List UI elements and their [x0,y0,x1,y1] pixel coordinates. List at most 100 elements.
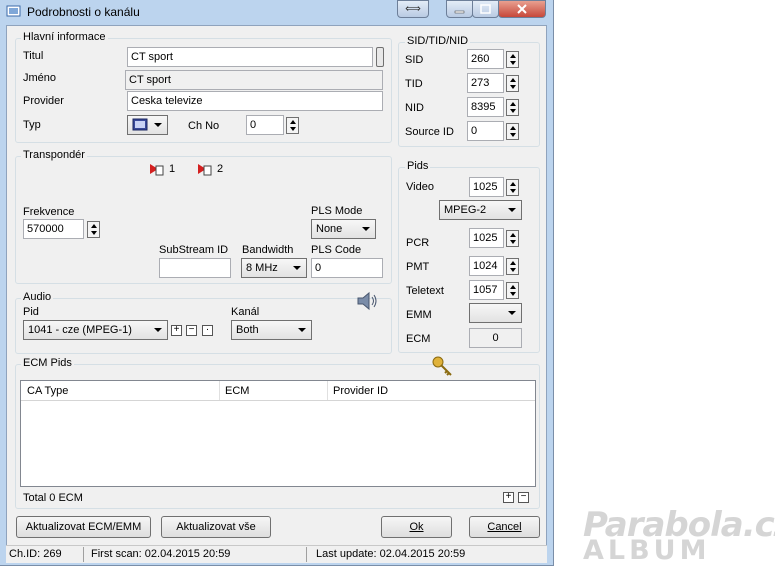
close-button[interactable] [498,0,546,18]
tid-spinner[interactable] [506,75,519,92]
remove-audio-button[interactable]: − [186,325,197,336]
pmt-label: PMT [406,261,430,273]
pls-mode-label: PLS Mode [311,205,363,217]
typ-select[interactable] [127,115,168,135]
frekvence-input[interactable]: 570000 [23,219,84,239]
chno-spinner[interactable] [286,117,299,134]
transponder-1-button[interactable]: 1 [149,162,175,179]
video-pid-spinner[interactable] [506,179,519,196]
ecm-table[interactable]: CA Type ECM Provider ID [20,380,536,487]
speaker-icon[interactable] [355,291,379,314]
tv-icon [132,118,148,131]
provider-label: Provider [23,95,64,107]
video-label: Video [406,181,434,193]
status-chid: Ch.ID: 269 [9,548,62,560]
pls-code-label: PLS Code [311,244,362,256]
provider-input[interactable]: Ceska televize [127,91,383,111]
chno-label: Ch No [188,120,220,132]
chno-input[interactable]: 0 [246,115,284,135]
column-ca-type[interactable]: CA Type [27,385,68,397]
edit-audio-button[interactable]: · [202,325,213,336]
status-separator [83,547,84,562]
plus-icon: + [173,324,180,335]
app-icon [6,4,21,18]
status-last-update: Last update: 02.04.2015 20:59 [316,548,466,560]
add-audio-button[interactable]: + [171,325,182,336]
bandwidth-value: 8 MHz [246,262,278,274]
frekvence-spinner[interactable] [87,221,100,238]
teletext-label: Teletext [406,285,444,297]
column-provider-id[interactable]: Provider ID [333,385,388,397]
ecm-table-header: CA Type ECM Provider ID [21,381,535,401]
kanal-select[interactable]: Both [231,320,312,340]
pls-mode-select[interactable]: None [311,219,376,239]
transponder-2-button[interactable]: 2 [197,162,223,179]
pcr-spinner[interactable] [506,230,519,247]
source-id-input[interactable]: 0 [467,121,504,141]
maximize-button[interactable] [472,0,499,18]
transponder-arrow-icon [150,164,164,176]
minus-icon: − [188,324,195,335]
audio-pid-select[interactable]: 1041 - cze (MPEG-1) [23,320,168,340]
pmt-input[interactable]: 1024 [469,256,504,276]
pls-code-input[interactable]: 0 [311,258,383,278]
edit-icon: · [205,324,210,335]
sid-group-label: SID/TID/NID [405,35,471,47]
column-divider [327,381,328,400]
substream-id-input[interactable] [159,258,231,278]
nid-label: NID [405,102,424,114]
keys-icon[interactable] [431,355,455,380]
frekvence-label: Frekvence [23,206,75,218]
column-ecm[interactable]: ECM [225,385,249,397]
bandwidth-select[interactable]: 8 MHz [241,258,307,278]
pcr-input[interactable]: 1025 [469,228,504,248]
nid-input[interactable]: 8395 [467,97,504,117]
ecm-total: Total 0 ECM [23,492,83,504]
audio-pid-label: Pid [23,306,39,318]
tid-input[interactable]: 273 [467,73,504,93]
sid-input[interactable]: 260 [467,49,504,69]
nid-spinner[interactable] [506,99,519,116]
teletext-spinner[interactable] [506,282,519,299]
video-type-value: MPEG-2 [444,204,487,216]
ecm-pids-group-label: ECM Pids [21,357,74,369]
transponder-1-label: 1 [169,163,176,175]
titul-input[interactable]: CT sport [127,47,373,67]
pmt-spinner[interactable] [506,258,519,275]
video-pid-input[interactable]: 1025 [469,177,504,197]
emm-select[interactable] [469,303,522,323]
video-type-select[interactable]: MPEG-2 [439,200,522,220]
jmeno-label: Jméno [23,72,57,84]
ecm-label: ECM [406,333,431,345]
jmeno-field: CT sport [125,70,383,90]
ok-button[interactable]: Ok [381,516,452,538]
minimize-button[interactable] [446,0,473,18]
tid-label: TID [405,78,423,90]
typ-label: Typ [23,119,41,131]
titul-scroll-handle[interactable] [376,47,384,67]
minus-icon: − [520,491,527,502]
cancel-button-label: Cancel [487,521,522,533]
watermark-album-text: ALBUM [583,535,711,566]
teletext-input[interactable]: 1057 [469,280,504,300]
column-divider [219,381,220,400]
remove-ecm-button[interactable]: − [518,492,529,503]
update-ecm-emm-button[interactable]: Aktualizovat ECM/EMM [16,516,151,538]
pids-group-label: Pids [405,160,431,172]
emm-label: EMM [406,309,432,321]
source-id-spinner[interactable] [506,123,519,140]
sid-spinner[interactable] [506,51,519,68]
resize-icon[interactable]: ⟺ [397,0,429,18]
pcr-label: PCR [406,237,430,249]
close-icon [517,4,527,14]
status-first-scan: First scan: 02.04.2015 20:59 [91,548,231,560]
cancel-button[interactable]: Cancel [469,516,540,538]
source-id-label: Source ID [405,126,454,138]
minimize-icon [454,10,465,14]
add-ecm-button[interactable]: + [503,492,514,503]
update-all-button[interactable]: Aktualizovat vše [161,516,271,538]
audio-pid-value: 1041 - cze (MPEG-1) [28,324,132,336]
main-info-group-label: Hlavní informace [21,31,108,43]
kanal-value: Both [236,324,259,336]
kanal-label: Kanál [231,306,260,318]
